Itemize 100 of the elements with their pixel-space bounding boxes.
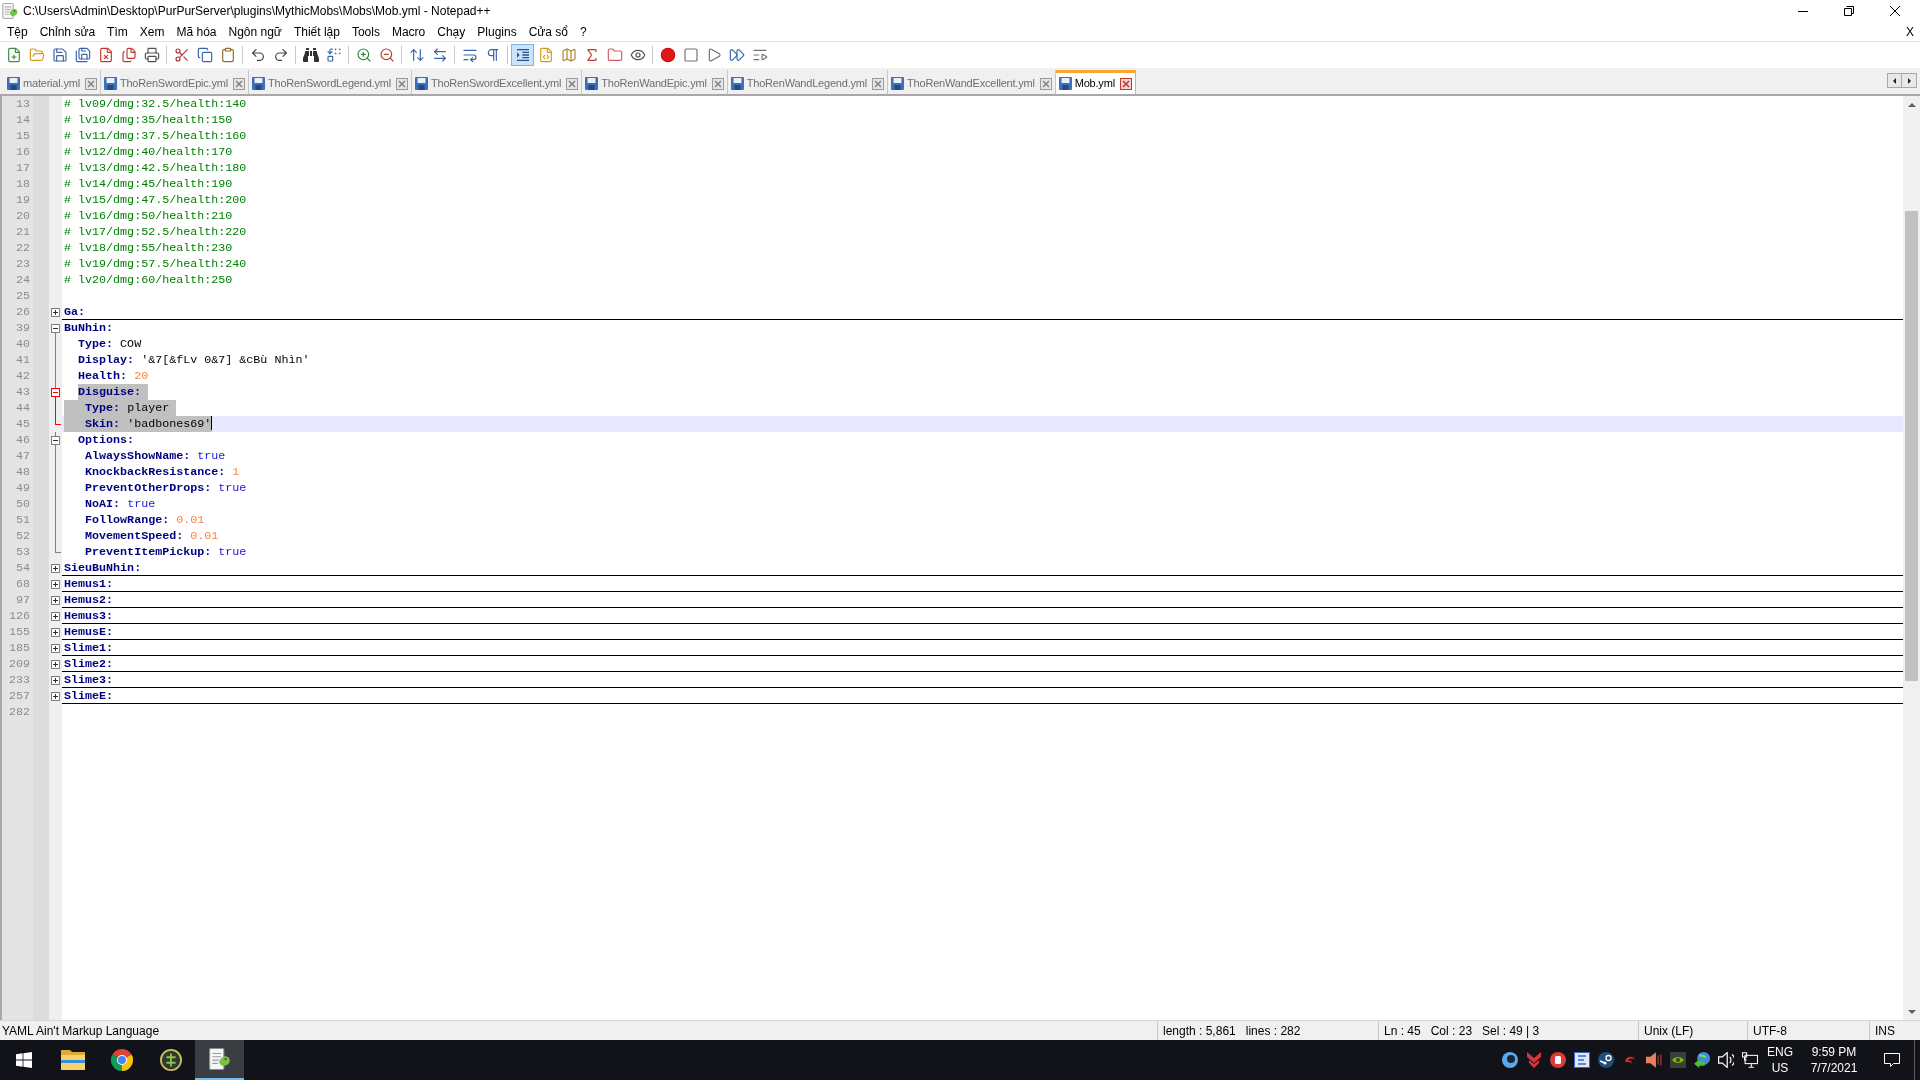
code-comment: # lv09/dmg:32.5/health:140 xyxy=(64,97,247,111)
yaml-key: Hemus1: xyxy=(64,577,114,591)
close-document-button[interactable]: X xyxy=(1906,22,1914,41)
insert-mode: INS xyxy=(1875,1022,1895,1040)
tab[interactable]: ThoRenWandExcellent.yml xyxy=(888,70,1056,94)
horizontal-arrows-icon[interactable] xyxy=(431,47,448,63)
caret-up-icon[interactable] xyxy=(1907,102,1916,107)
round-badge-icon[interactable] xyxy=(1550,1052,1566,1068)
yaml-key: KnockbackResistance: xyxy=(85,465,226,479)
new-file-icon[interactable] xyxy=(5,47,22,63)
line-number: 18 xyxy=(15,177,30,191)
network-monitor-icon[interactable] xyxy=(1742,1052,1758,1068)
scroll-left-button[interactable] xyxy=(1887,73,1902,88)
menu-item[interactable]: Ngôn ngữ xyxy=(222,22,288,41)
menu-item[interactable]: Xem xyxy=(133,22,171,41)
map-icon[interactable] xyxy=(560,47,577,63)
menu-item[interactable]: Chỉnh sửa xyxy=(33,22,102,41)
input-region[interactable]: US xyxy=(1771,1060,1789,1076)
file-x-icon[interactable] xyxy=(97,47,114,63)
tab[interactable]: material.yml xyxy=(4,70,101,94)
tab[interactable]: ThoRenWandLegend.yml xyxy=(727,70,889,94)
list-video-icon[interactable] xyxy=(751,47,768,63)
segmented-circle-icon[interactable] xyxy=(110,1049,133,1071)
zoom-in-icon[interactable] xyxy=(355,47,372,63)
printer-icon[interactable] xyxy=(143,47,160,63)
yaml-key: Ga: xyxy=(64,305,86,319)
menu-item[interactable]: Tìm xyxy=(101,22,134,41)
menu-item[interactable]: Macro xyxy=(385,22,432,41)
menu-item[interactable]: ? xyxy=(574,22,593,41)
plus-box-icon[interactable] xyxy=(51,563,60,573)
minus-box-icon[interactable] xyxy=(51,435,60,445)
input-language[interactable]: ENG xyxy=(1767,1044,1793,1060)
menu-item[interactable]: Tệp xyxy=(1,22,34,41)
line-number: 41 xyxy=(15,353,30,367)
code-comment: # lv15/dmg:47.5/health:200 xyxy=(64,193,247,207)
scroll-right-button[interactable] xyxy=(1902,73,1917,88)
eye-icon[interactable] xyxy=(629,47,646,63)
folder-icon[interactable] xyxy=(60,1050,85,1070)
menu-item[interactable]: Tools xyxy=(345,22,386,41)
volume-icon[interactable] xyxy=(1718,1052,1734,1068)
taskbar-app-button[interactable] xyxy=(195,1040,244,1080)
eye-chip-icon[interactable] xyxy=(1670,1052,1686,1068)
scrollbar-thumb[interactable] xyxy=(1905,211,1918,681)
vertical-arrows-icon[interactable] xyxy=(408,47,425,63)
tab[interactable]: ThoRenWandEpic.yml xyxy=(582,70,728,94)
menu-item[interactable]: Mã hóa xyxy=(170,22,223,41)
redo-icon[interactable] xyxy=(272,47,289,63)
tab[interactable]: ThoRenSwordLegend.yml xyxy=(248,70,412,94)
plus-box-icon[interactable] xyxy=(51,611,60,621)
undo-icon[interactable] xyxy=(249,47,266,63)
menu-item[interactable]: Chạy xyxy=(431,22,472,41)
fast-forward-icon[interactable] xyxy=(728,47,745,63)
minus-box-icon[interactable] xyxy=(51,323,60,333)
windows-logo-icon[interactable] xyxy=(16,1052,32,1068)
binoculars-icon[interactable] xyxy=(302,47,319,63)
double-chevron-icon[interactable] xyxy=(1527,1052,1541,1068)
list-square-icon[interactable] xyxy=(1574,1052,1590,1068)
clock-time[interactable]: 9:59 PM xyxy=(1811,1044,1857,1060)
menu-item[interactable]: Plugins xyxy=(471,22,523,41)
clock-date[interactable]: 7/7/2021 xyxy=(1810,1060,1858,1076)
fold-guide xyxy=(55,432,56,436)
triangle-left-icon[interactable] xyxy=(1893,77,1896,84)
zoom-out-icon[interactable] xyxy=(378,47,395,63)
plus-box-icon[interactable] xyxy=(51,595,60,605)
plus-box-icon[interactable] xyxy=(51,643,60,653)
speaker-icon[interactable] xyxy=(1646,1052,1662,1068)
clipboard-icon[interactable] xyxy=(219,47,236,63)
tab[interactable]: ThoRenSwordExcellent.yml xyxy=(411,70,583,94)
circle-logo-icon[interactable] xyxy=(159,1049,182,1071)
wrap-text-icon[interactable] xyxy=(461,47,478,63)
copy-icon[interactable] xyxy=(196,47,213,63)
menu-item[interactable]: Thiết lập xyxy=(287,22,346,41)
record-icon[interactable] xyxy=(659,47,676,63)
files-icon[interactable] xyxy=(120,47,137,63)
plus-box-icon[interactable] xyxy=(51,659,60,669)
triangle-right-icon[interactable] xyxy=(1907,77,1911,84)
tab[interactable]: Mob.yml xyxy=(1055,70,1136,94)
line-number: 22 xyxy=(15,241,30,255)
scissors-icon[interactable] xyxy=(173,47,190,63)
plus-box-icon[interactable] xyxy=(51,307,60,317)
ring-logo-icon[interactable] xyxy=(1502,1052,1518,1068)
line-number: 24 xyxy=(15,273,30,287)
caret-down-icon[interactable] xyxy=(1907,1009,1916,1014)
notification-icon[interactable] xyxy=(1884,1052,1900,1068)
tab[interactable]: ThoRenSwordEpic.yml xyxy=(100,70,249,94)
close-icon[interactable] xyxy=(1890,6,1900,16)
floppy-disks-icon[interactable] xyxy=(74,47,91,63)
plus-box-icon[interactable] xyxy=(51,691,60,701)
minimize-icon[interactable] xyxy=(1798,10,1808,12)
plus-box-icon[interactable] xyxy=(51,579,60,589)
ball-joint-icon[interactable] xyxy=(1598,1052,1614,1068)
notepad-icon[interactable] xyxy=(209,1048,230,1070)
restore-icon[interactable] xyxy=(1844,6,1854,16)
line-number: 26 xyxy=(15,305,30,319)
plus-box-icon[interactable] xyxy=(51,627,60,637)
yaml-key: Options: xyxy=(78,433,135,447)
vertical-scrollbar[interactable] xyxy=(1903,96,1920,1020)
plus-box-icon[interactable] xyxy=(51,675,60,685)
menu-item[interactable]: Cửa sổ xyxy=(522,22,575,41)
replace-icon[interactable] xyxy=(325,47,342,63)
